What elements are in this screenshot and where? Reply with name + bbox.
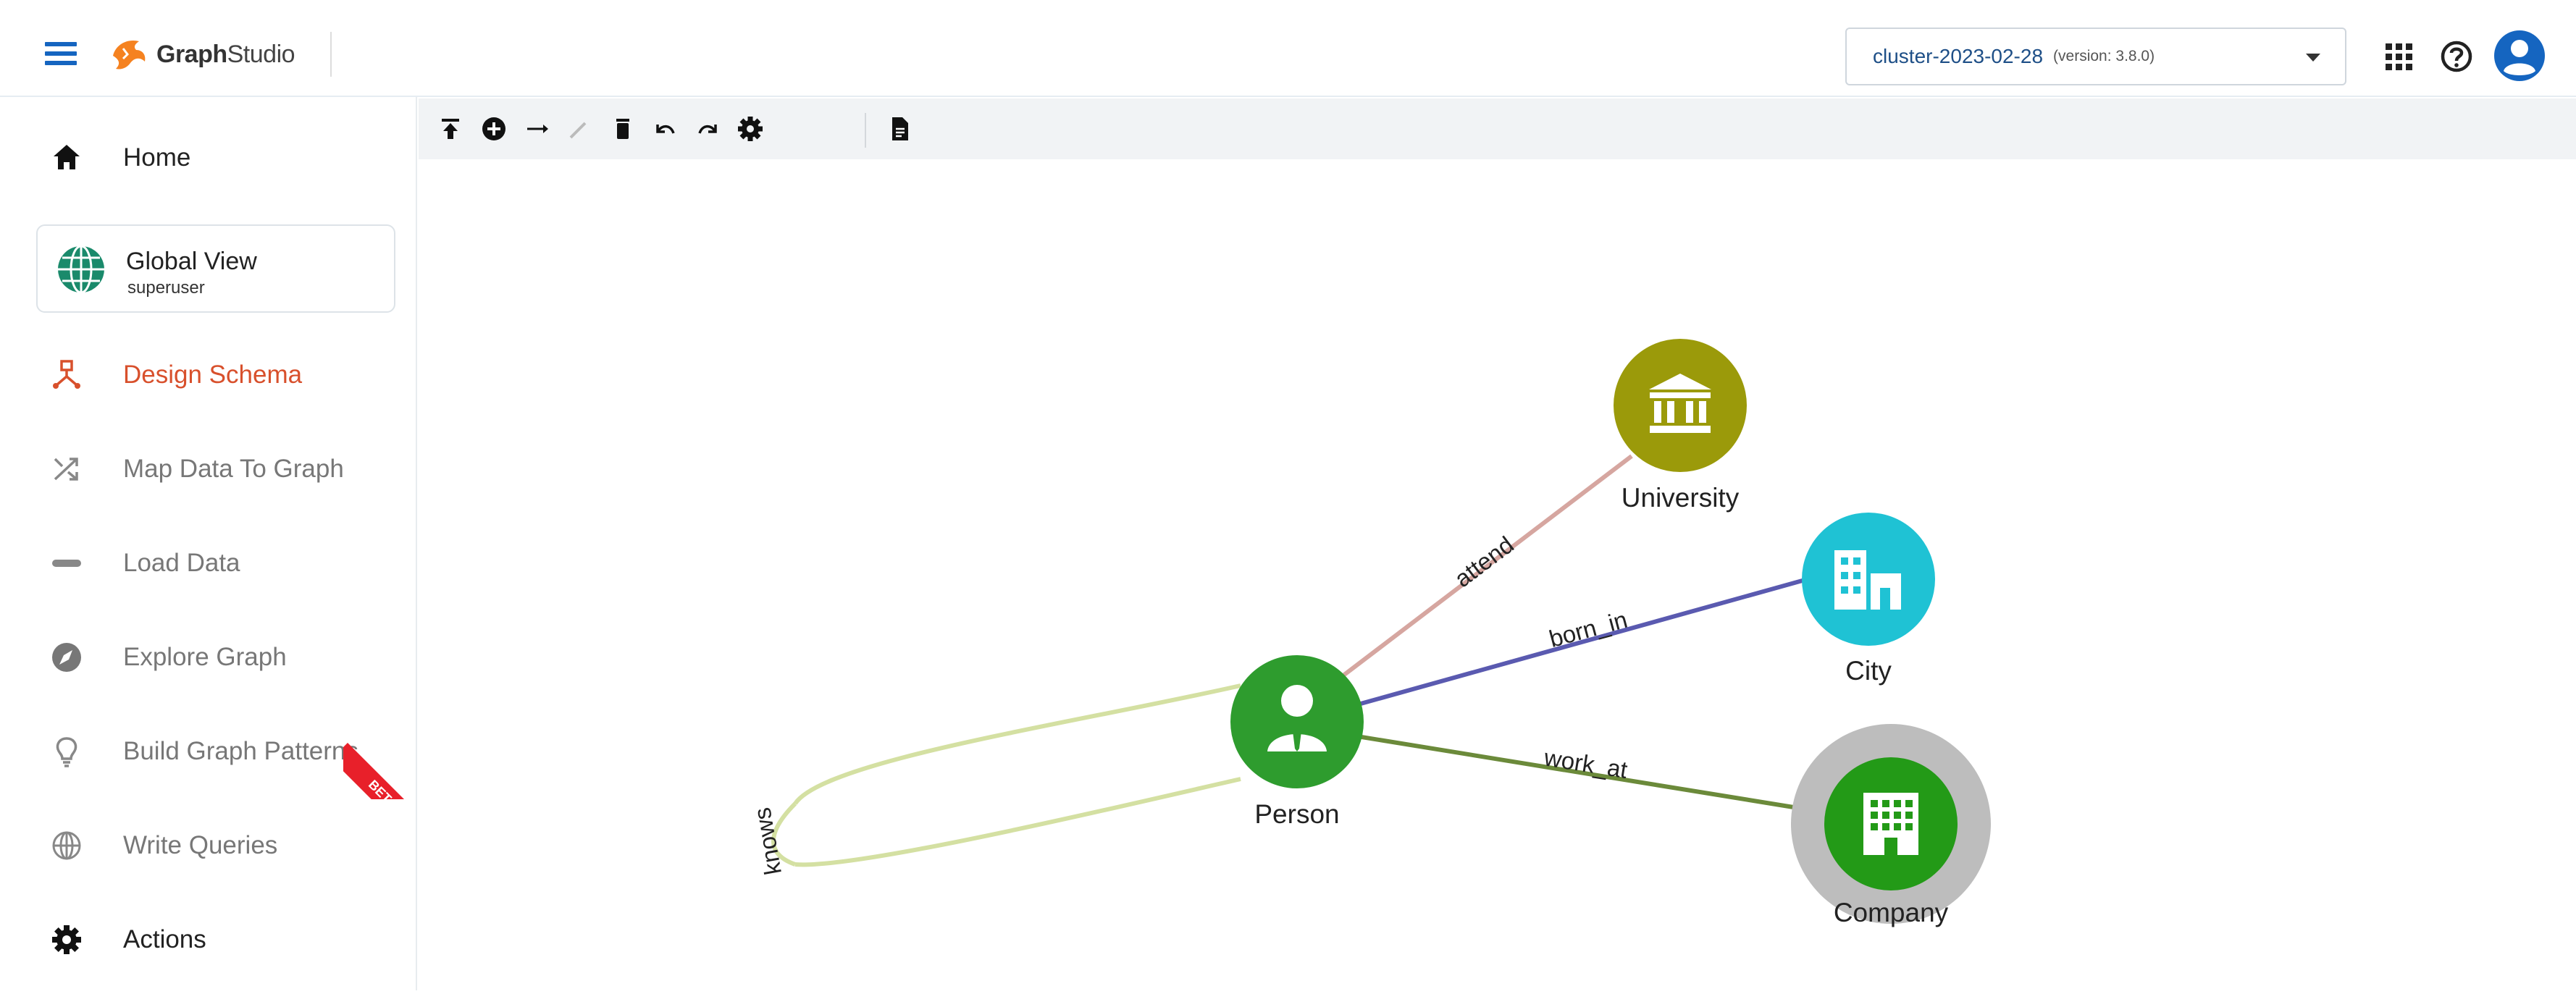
graphstudio-logo[interactable]: GraphStudio [109, 29, 295, 80]
cluster-version: (version: 3.8.0) [2053, 48, 2155, 64]
edge-label-attend: attend [1449, 531, 1519, 592]
sidebar-item-label: Home [123, 143, 191, 172]
edge-knows[interactable]: knows [748, 683, 1241, 877]
sidebar-item-map-data[interactable]: Map Data To Graph [0, 433, 416, 505]
sidebar-item-label: Actions [123, 925, 206, 953]
vertex-company[interactable]: Company [1791, 724, 1991, 927]
sidebar: Home Global View superuser Design Schema… [0, 97, 423, 990]
sidebar-item-label: Map Data To Graph [123, 455, 344, 483]
add-edge-icon[interactable] [523, 114, 552, 143]
edge-born-in[interactable]: born_in [1334, 576, 1813, 713]
account-icon[interactable] [2493, 29, 2546, 83]
vertex-label-company: Company [1834, 898, 1949, 927]
settings-icon[interactable] [736, 114, 765, 143]
divider [330, 32, 332, 77]
cluster-select[interactable]: cluster-2023-02-28 (version: 3.8.0) [1845, 28, 2346, 85]
delete-icon[interactable] [608, 114, 637, 143]
edit-icon [569, 122, 587, 139]
vertex-university[interactable]: University [1614, 339, 1747, 513]
global-view-title: Global View [126, 248, 257, 275]
sidebar-item-label: Explore Graph [123, 643, 287, 671]
beta-badge: BETA [343, 720, 423, 799]
shuffle-icon [48, 450, 85, 488]
global-view-card[interactable]: Global View superuser [36, 224, 395, 313]
sidebar-item-label: Build Graph Patterns [123, 737, 358, 765]
sidebar-item-label: Write Queries [123, 831, 278, 859]
sidebar-item-home[interactable]: Home [0, 122, 416, 194]
help-icon[interactable] [2435, 35, 2478, 78]
sidebar-item-design-schema[interactable]: Design Schema [0, 339, 416, 411]
schema-graph[interactable]: knows attend born_in work_at University [419, 159, 2576, 990]
sidebar-item-load-data[interactable]: Load Data [0, 527, 416, 599]
sidebar-item-explore-graph[interactable]: Explore Graph [0, 621, 416, 694]
schema-icon [48, 356, 85, 394]
edge-label-born-in: born_in [1546, 606, 1630, 652]
company-icon [1863, 793, 1918, 855]
apps-grid-icon[interactable] [2377, 35, 2420, 78]
undo-icon[interactable] [650, 114, 679, 143]
sidebar-item-write-queries[interactable]: Write Queries [0, 809, 416, 882]
globe-icon [56, 245, 106, 298]
vertex-person[interactable]: Person [1230, 655, 1364, 829]
sidebar-item-actions[interactable]: Actions [0, 904, 416, 976]
publish-icon[interactable] [436, 114, 465, 143]
menu-icon[interactable] [45, 42, 77, 65]
sidebar-item-label: Design Schema [123, 361, 303, 389]
global-view-user: superuser [127, 278, 205, 298]
compass-icon [48, 639, 85, 676]
document-icon[interactable] [885, 114, 914, 143]
gear-icon [48, 921, 85, 959]
vertex-label-university: University [1621, 483, 1740, 513]
vertex-label-city: City [1845, 656, 1892, 686]
edge-attend[interactable]: attend [1333, 454, 1633, 684]
edge-work-at[interactable]: work_at [1334, 730, 1839, 817]
load-bar-icon [48, 544, 85, 582]
vertex-label-person: Person [1254, 799, 1339, 829]
top-bar: GraphStudio cluster-2023-02-28 (version:… [0, 0, 2576, 97]
schema-canvas[interactable]: knows attend born_in work_at University [419, 159, 2576, 990]
add-vertex-icon[interactable] [479, 114, 508, 143]
query-globe-icon [48, 827, 85, 864]
redo-icon[interactable] [694, 114, 723, 143]
sidebar-item-label: Load Data [123, 549, 240, 577]
lightbulb-icon [48, 733, 85, 770]
cluster-name: cluster-2023-02-28 [1873, 45, 2044, 67]
toolbar-divider [865, 113, 866, 148]
chevron-down-icon [2306, 54, 2320, 62]
home-icon [48, 139, 85, 177]
edge-label-work-at: work_at [1542, 744, 1629, 783]
vertex-city[interactable]: City [1802, 513, 1935, 686]
schema-toolbar [419, 98, 2576, 159]
tiger-logo-icon [113, 40, 146, 70]
logo-text: GraphStudio [156, 40, 295, 68]
edge-label-knows: knows [748, 806, 786, 877]
